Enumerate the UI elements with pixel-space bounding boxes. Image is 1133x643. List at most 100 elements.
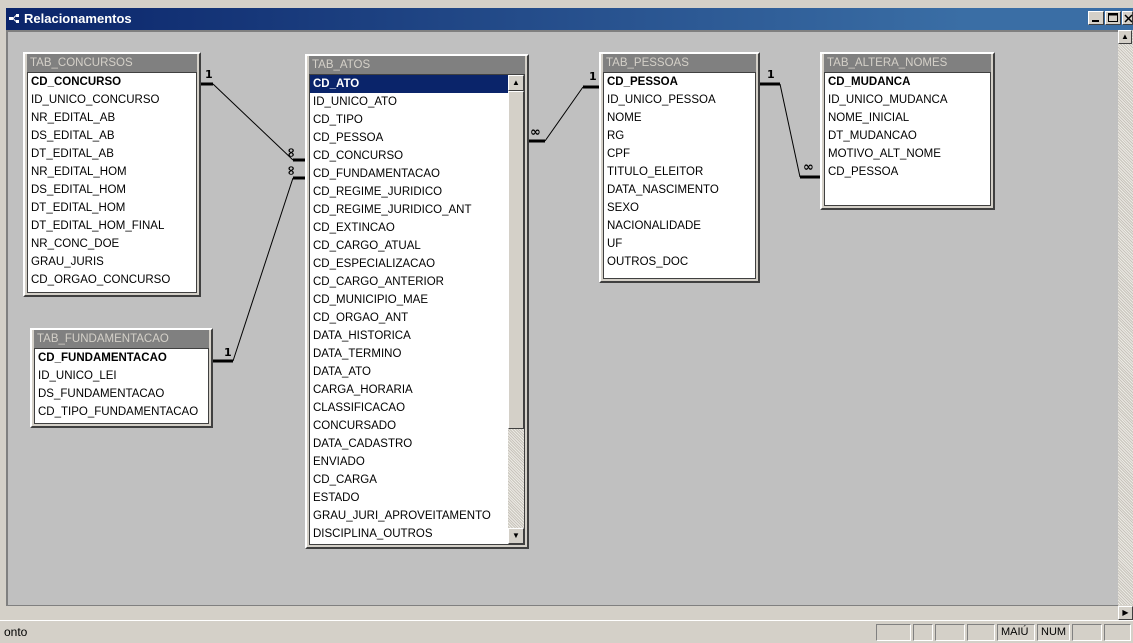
field-dt-edital-hom[interactable]: DT_EDITAL_HOM <box>28 199 196 217</box>
field-cd-municipio-mae[interactable]: CD_MUNICIPIO_MAE <box>310 291 508 309</box>
field-nr-conc-doe[interactable]: NR_CONC_DOE <box>28 235 196 253</box>
scroll-up-button[interactable]: ▲ <box>508 75 524 91</box>
field-cd-regime-juridico-ant[interactable]: CD_REGIME_JURIDICO_ANT <box>310 201 508 219</box>
table-pessoas[interactable]: TAB_PESSOAS CD_PESSOA ID_UNICO_PESSOA NOME… <box>599 52 760 283</box>
field-list[interactable]: CD_ATO ID_UNICO_ATO CD_TIPO CD_PESSOA CD_CON… <box>309 74 525 545</box>
field-cd-fundamentacao[interactable]: CD_FUNDAMENTACAO <box>310 165 508 183</box>
field-nacionalidade[interactable]: NACIONALIDADE <box>604 217 755 235</box>
horizontal-scrollbar[interactable]: ▶ <box>6 605 1133 620</box>
field-cd-pessoa[interactable]: CD_PESSOA <box>604 73 755 91</box>
field-cd-cargo-atual[interactable]: CD_CARGO_ATUAL <box>310 237 508 255</box>
field-nome[interactable]: NOME <box>604 109 755 127</box>
table-atos[interactable]: TAB_ATOS CD_ATO ID_UNICO_ATO CD_TIPO CD_PES… <box>305 54 529 549</box>
field-ds-edital-ab[interactable]: DS_EDITAL_AB <box>28 127 196 145</box>
scroll-down-button[interactable]: ▼ <box>508 528 524 544</box>
field-data-termino[interactable]: DATA_TERMINO <box>310 345 508 363</box>
field-nr-edital-ab[interactable]: NR_EDITAL_AB <box>28 109 196 127</box>
field-cd-tipo-fundamentacao[interactable]: CD_TIPO_FUNDAMENTACAO <box>35 403 208 421</box>
field-cd-extincao[interactable]: CD_EXTINCAO <box>310 219 508 237</box>
field-cd-orgao-concurso[interactable]: CD_ORGAO_CONCURSO <box>28 271 196 289</box>
field-cd-carga[interactable]: CD_CARGA <box>310 471 508 489</box>
field-id-unico-lei[interactable]: ID_UNICO_LEI <box>35 367 208 385</box>
field-id-unico-pessoa[interactable]: ID_UNICO_PESSOA <box>604 91 755 109</box>
field-cd-cargo-anterior[interactable]: CD_CARGO_ANTERIOR <box>310 273 508 291</box>
access-window: Relacionamentos TAB_CONCURSOS CD_CONCURS… <box>0 0 1133 643</box>
field-titulo-eleitor[interactable]: TITULO_ELEITOR <box>604 163 755 181</box>
field-cd-pessoa[interactable]: CD_PESSOA <box>825 163 990 181</box>
field-sexo[interactable]: SEXO <box>604 199 755 217</box>
status-bar: onto MAIÚ NUM <box>0 620 1133 643</box>
field-estado[interactable]: ESTADO <box>310 489 508 507</box>
field-list[interactable]: CD_PESSOA ID_UNICO_PESSOA NOME RG CPF TITULO_… <box>603 72 756 279</box>
field-carga-horaria[interactable]: CARGA_HORARIA <box>310 381 508 399</box>
field-ds-fundamentacao[interactable]: DS_FUNDAMENTACAO <box>35 385 208 403</box>
table-title[interactable]: TAB_CONCURSOS <box>27 54 197 72</box>
field-concursado[interactable]: CONCURSADO <box>310 417 508 435</box>
field-grau-juris[interactable]: GRAU_JURIS <box>28 253 196 271</box>
table-scrollbar[interactable]: ▲ ▼ <box>508 75 524 544</box>
field-rg[interactable]: RG <box>604 127 755 145</box>
field-ds-edital-hom[interactable]: DS_EDITAL_HOM <box>28 181 196 199</box>
field-id-unico-concurso[interactable]: ID_UNICO_CONCURSO <box>28 91 196 109</box>
field-enviado[interactable]: ENVIADO <box>310 453 508 471</box>
field-data-ato[interactable]: DATA_ATO <box>310 363 508 381</box>
relationships-icon[interactable] <box>9 13 21 25</box>
table-fundamentacao[interactable]: TAB_FUNDAMENTACAO CD_FUNDAMENTACAO ID_UNI… <box>30 328 213 428</box>
caps-indicator: MAIÚ <box>997 624 1035 641</box>
field-outros-doc[interactable]: OUTROS_DOC <box>604 253 755 271</box>
minimize-icon <box>1092 20 1099 22</box>
status-text: onto <box>4 625 28 639</box>
field-cd-concurso[interactable]: CD_CONCURSO <box>28 73 196 91</box>
field-cd-mudanca[interactable]: CD_MUDANCA <box>825 73 990 91</box>
field-list[interactable]: CD_MUDANCA ID_UNICO_MUDANCA NOME_INICIAL DT… <box>824 72 991 206</box>
field-cd-regime-juridico[interactable]: CD_REGIME_JURIDICO <box>310 183 508 201</box>
field-list[interactable]: CD_CONCURSO ID_UNICO_CONCURSO NR_EDITAL_AB… <box>27 72 197 293</box>
field-id-unico-mudanca[interactable]: ID_UNICO_MUDANCA <box>825 91 990 109</box>
field-dt-edital-hom-final[interactable]: DT_EDITAL_HOM_FINAL <box>28 217 196 235</box>
field-cd-fundamentacao[interactable]: CD_FUNDAMENTACAO <box>35 349 208 367</box>
field-dt-mudancao[interactable]: DT_MUDANCAO <box>825 127 990 145</box>
scroll-thumb[interactable] <box>508 91 524 429</box>
field-id-unico-ato[interactable]: ID_UNICO_ATO <box>310 93 508 111</box>
field-classificacao[interactable]: CLASSIFICACAO <box>310 399 508 417</box>
table-concursos[interactable]: TAB_CONCURSOS CD_CONCURSO ID_UNICO_CONCUR… <box>23 52 201 297</box>
field-uf[interactable]: UF <box>604 235 755 253</box>
maximize-button[interactable] <box>1105 11 1121 25</box>
field-cd-ato[interactable]: CD_ATO <box>310 75 508 93</box>
table-title[interactable]: TAB_FUNDAMENTACAO <box>34 330 209 348</box>
field-cd-especializacao[interactable]: CD_ESPECIALIZACAO <box>310 255 508 273</box>
minimize-button[interactable] <box>1088 11 1104 25</box>
scroll-right-button[interactable]: ▶ <box>1118 606 1133 620</box>
window-titlebar[interactable]: Relacionamentos <box>6 8 1133 30</box>
field-data-nascimento[interactable]: DATA_NASCIMENTO <box>604 181 755 199</box>
maximize-icon <box>1108 13 1118 22</box>
table-altera-nomes[interactable]: TAB_ALTERA_NOMES CD_MUDANCA ID_UNICO_MUDA… <box>820 52 995 210</box>
field-disciplina-outros[interactable]: DISCIPLINA_OUTROS <box>310 525 508 543</box>
field-nr-edital-hom[interactable]: NR_EDITAL_HOM <box>28 163 196 181</box>
field-cd-concurso[interactable]: CD_CONCURSO <box>310 147 508 165</box>
status-panel <box>935 624 965 641</box>
window-title: Relacionamentos <box>24 11 132 26</box>
status-panel <box>1072 624 1102 641</box>
field-nome-inicial[interactable]: NOME_INICIAL <box>825 109 990 127</box>
close-button[interactable] <box>1122 11 1133 25</box>
vertical-scrollbar[interactable]: ▲ <box>1118 30 1133 605</box>
scroll-up-button[interactable]: ▲ <box>1118 30 1132 44</box>
status-panel <box>967 624 995 641</box>
field-cd-tipo[interactable]: CD_TIPO <box>310 111 508 129</box>
field-data-historica[interactable]: DATA_HISTORICA <box>310 327 508 345</box>
field-cd-orgao-ant[interactable]: CD_ORGAO_ANT <box>310 309 508 327</box>
field-list[interactable]: CD_FUNDAMENTACAO ID_UNICO_LEI DS_FUNDAMENT… <box>34 348 209 424</box>
table-title[interactable]: TAB_ALTERA_NOMES <box>824 54 991 72</box>
status-panel <box>913 624 933 641</box>
field-dt-edital-ab[interactable]: DT_EDITAL_AB <box>28 145 196 163</box>
table-title[interactable]: TAB_ATOS <box>309 56 525 74</box>
field-cd-pessoa[interactable]: CD_PESSOA <box>310 129 508 147</box>
close-icon <box>1124 14 1133 23</box>
field-grau-juri-aproveitamento[interactable]: GRAU_JURI_APROVEITAMENTO <box>310 507 508 525</box>
field-motivo-alt-nome[interactable]: MOTIVO_ALT_NOME <box>825 145 990 163</box>
field-cpf[interactable]: CPF <box>604 145 755 163</box>
field-data-cadastro[interactable]: DATA_CADASTRO <box>310 435 508 453</box>
table-title[interactable]: TAB_PESSOAS <box>603 54 756 72</box>
status-panel <box>1104 624 1131 641</box>
